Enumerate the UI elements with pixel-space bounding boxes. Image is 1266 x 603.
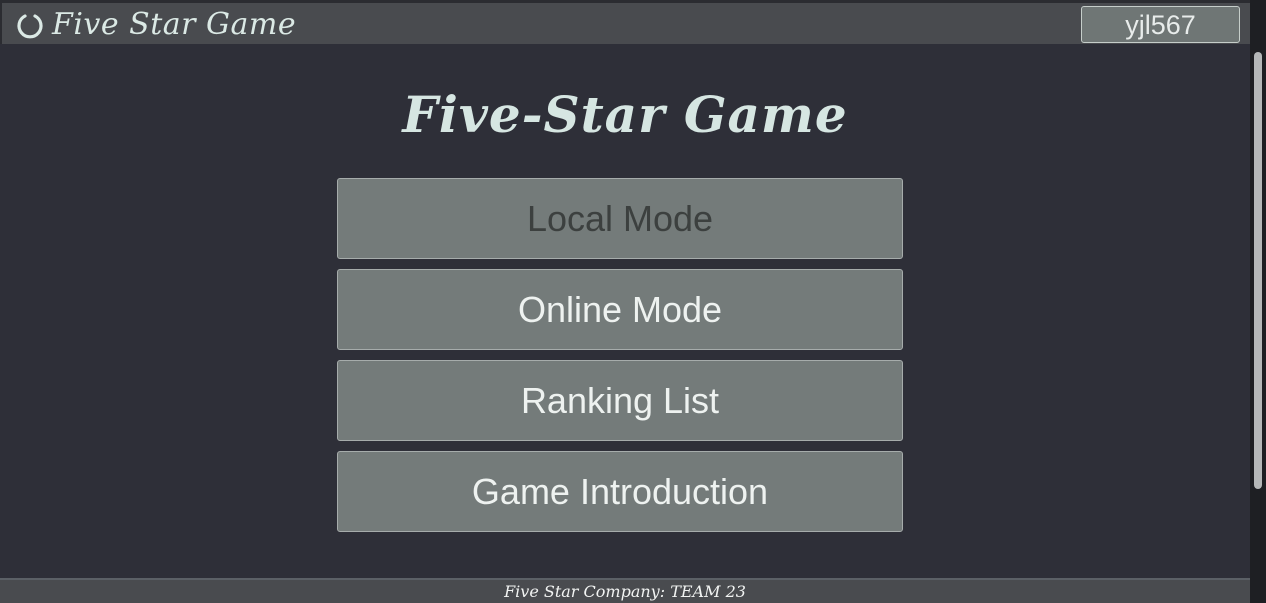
refresh-ring-icon (17, 14, 43, 39)
main-menu: Local Mode Online Mode Ranking List Game… (337, 178, 903, 542)
game-introduction-button[interactable]: Game Introduction (337, 451, 903, 532)
page-title: Five-Star Game (402, 85, 848, 144)
top-navbar: Five Star Game yjl567 (0, 0, 1250, 44)
ranking-list-button[interactable]: Ranking List (337, 360, 903, 441)
scrollbar-thumb[interactable] (1254, 52, 1262, 489)
local-mode-button[interactable]: Local Mode (337, 178, 903, 259)
footer: Five Star Company: TEAM 23 (0, 578, 1250, 603)
footer-text: Five Star Company: TEAM 23 (504, 582, 746, 601)
user-account-button[interactable]: yjl567 (1081, 6, 1240, 43)
brand[interactable]: Five Star Game (16, 7, 296, 43)
online-mode-button[interactable]: Online Mode (337, 269, 903, 350)
brand-title: Five Star Game (52, 7, 297, 42)
